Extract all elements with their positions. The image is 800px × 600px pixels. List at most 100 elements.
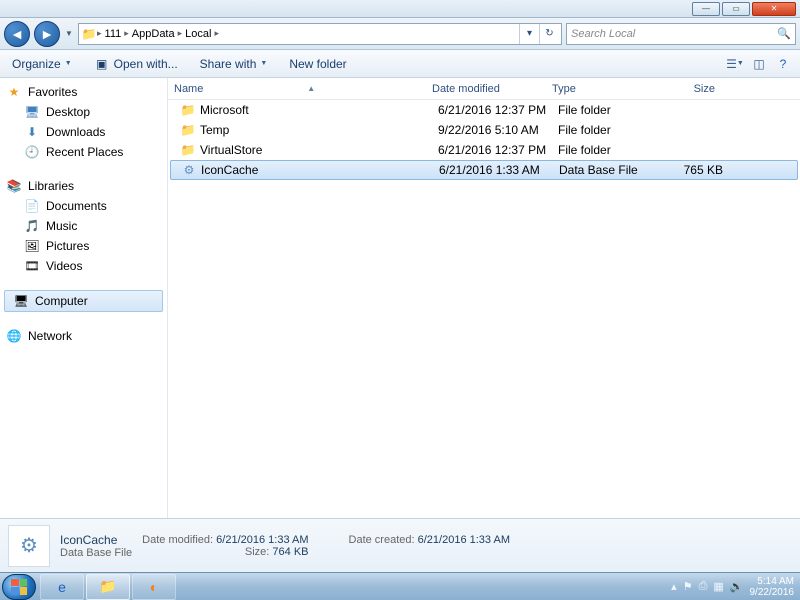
- file-date: 6/21/2016 12:37 PM: [432, 143, 552, 157]
- title-bar: — ▭ ✕: [0, 0, 800, 18]
- downloads-icon: ⬇: [24, 124, 40, 140]
- file-date: 6/21/2016 1:33 AM: [433, 163, 553, 177]
- desktop-icon: 🖥: [24, 104, 40, 120]
- windows-logo-icon: [11, 579, 27, 595]
- file-size: 765 KB: [649, 163, 729, 177]
- file-name: VirtualStore: [200, 143, 262, 157]
- ie-icon: e: [58, 579, 66, 595]
- new-folder-button[interactable]: New folder: [285, 55, 350, 73]
- address-bar[interactable]: 📁 ▸ 111 ▸ AppData ▸ Local ▸ ▾ ↻: [78, 23, 562, 45]
- back-button[interactable]: ◄: [4, 21, 30, 47]
- view-options-button[interactable]: ☰ ▼: [726, 55, 744, 73]
- documents-icon: 📄: [24, 198, 40, 214]
- search-input[interactable]: Search Local 🔍: [566, 23, 796, 45]
- tray-flag-icon[interactable]: ⚑: [683, 580, 693, 593]
- explorer-icon: 📁: [99, 578, 116, 595]
- star-icon: ★: [6, 84, 22, 100]
- maximize-button[interactable]: ▭: [722, 2, 750, 16]
- minimize-button[interactable]: —: [692, 2, 720, 16]
- taskbar-media[interactable]: ◐: [132, 574, 176, 600]
- nav-bar: ◄ ► ▼ 📁 ▸ 111 ▸ AppData ▸ Local ▸ ▾ ↻ Se…: [0, 18, 800, 50]
- details-created: 6/21/2016 1:33 AM: [418, 534, 510, 546]
- clock-time: 5:14 AM: [750, 576, 795, 587]
- sidebar-item-pictures[interactable]: 🖼Pictures: [0, 236, 167, 256]
- file-type: File folder: [552, 143, 648, 157]
- sidebar: ★Favorites 🖥Desktop ⬇Downloads 🕘Recent P…: [0, 78, 168, 518]
- sort-asc-icon: ▲: [307, 84, 315, 93]
- sidebar-item-downloads[interactable]: ⬇Downloads: [0, 122, 167, 142]
- libraries-header[interactable]: 📚Libraries: [0, 176, 167, 196]
- search-placeholder: Search Local: [571, 28, 635, 40]
- details-size-label: Size:: [245, 546, 269, 558]
- taskbar: e 📁 ◐ ▴ ⚑ ⎙ ▦ 🔊 5:14 AM 9/22/2016: [0, 572, 800, 600]
- details-type: Data Base File: [60, 547, 132, 559]
- sidebar-item-recent[interactable]: 🕘Recent Places: [0, 142, 167, 162]
- pictures-icon: 🖼: [24, 238, 40, 254]
- file-type: Data Base File: [553, 163, 649, 177]
- history-dropdown[interactable]: ▼: [64, 21, 74, 47]
- music-icon: 🎵: [24, 218, 40, 234]
- sidebar-item-music[interactable]: 🎵Music: [0, 216, 167, 236]
- help-button[interactable]: ?: [774, 55, 792, 73]
- file-type: File folder: [552, 123, 648, 137]
- sidebar-item-desktop[interactable]: 🖥Desktop: [0, 102, 167, 122]
- file-row[interactable]: 📁Temp9/22/2016 5:10 AMFile folder: [168, 120, 800, 140]
- open-with-button[interactable]: ▣Open with...: [90, 54, 182, 74]
- details-size: 764 KB: [272, 546, 308, 558]
- network-icon: 🌐: [6, 328, 22, 344]
- details-modified: 6/21/2016 1:33 AM: [216, 534, 308, 546]
- clock[interactable]: 5:14 AM 9/22/2016: [750, 576, 795, 598]
- folder-icon: 📁: [180, 102, 196, 118]
- file-date: 9/22/2016 5:10 AM: [432, 123, 552, 137]
- col-type-header[interactable]: Type: [546, 78, 642, 99]
- file-row[interactable]: 📁 Microsoft 6/21/2016 12:37 PMFile folder: [168, 100, 800, 120]
- taskbar-explorer[interactable]: 📁: [86, 574, 130, 600]
- sidebar-item-documents[interactable]: 📄Documents: [0, 196, 167, 216]
- col-size-header[interactable]: Size: [642, 78, 722, 99]
- libraries-icon: 📚: [6, 178, 22, 194]
- details-name: IconCache: [60, 533, 132, 547]
- forward-button[interactable]: ►: [34, 21, 60, 47]
- tray-network-icon[interactable]: ▦: [713, 580, 723, 593]
- breadcrumb-seg[interactable]: Local: [182, 28, 214, 40]
- details-modified-label: Date modified:: [142, 534, 213, 546]
- preview-pane-button[interactable]: ◫: [750, 55, 768, 73]
- details-pane: ⚙ IconCache Data Base File Date modified…: [0, 518, 800, 572]
- tray-device-icon[interactable]: ⎙: [699, 580, 708, 593]
- file-type: File folder: [552, 103, 648, 117]
- media-icon: ◐: [150, 579, 158, 595]
- recent-icon: 🕘: [24, 144, 40, 160]
- videos-icon: 🎞: [24, 258, 40, 274]
- details-file-icon: ⚙: [8, 525, 50, 567]
- tray-volume-icon[interactable]: 🔊: [730, 580, 744, 593]
- sidebar-item-network[interactable]: 🌐Network: [0, 326, 167, 346]
- folder-icon: 📁: [81, 26, 97, 42]
- refresh-button[interactable]: ↻: [539, 24, 559, 44]
- col-name-header[interactable]: Name▲: [168, 78, 426, 99]
- address-dropdown[interactable]: ▾: [519, 24, 539, 44]
- file-name: Microsoft: [200, 103, 249, 117]
- search-icon: 🔍: [777, 27, 791, 40]
- file-row[interactable]: ⚙IconCache6/21/2016 1:33 AMData Base Fil…: [170, 160, 798, 180]
- col-date-header[interactable]: Date modified: [426, 78, 546, 99]
- file-row[interactable]: 📁 VirtualStore 6/21/2016 12:37 PMFile fold…: [168, 140, 800, 160]
- sidebar-item-videos[interactable]: 🎞Videos: [0, 256, 167, 276]
- folder-icon: 📁: [180, 142, 196, 158]
- clock-date: 9/22/2016: [750, 587, 795, 598]
- sidebar-item-computer[interactable]: 🖥Computer: [4, 290, 163, 312]
- share-with-button[interactable]: Share with ▼: [196, 55, 272, 73]
- computer-icon: 🖥: [13, 293, 29, 309]
- start-button[interactable]: [2, 574, 36, 600]
- breadcrumb-seg[interactable]: 111: [102, 28, 125, 40]
- favorites-header[interactable]: ★Favorites: [0, 82, 167, 102]
- file-date: 6/21/2016 12:37 PM: [432, 103, 552, 117]
- column-header: Name▲ Date modified Type Size: [168, 78, 800, 100]
- breadcrumb-seg[interactable]: AppData: [129, 28, 178, 40]
- file-list: Name▲ Date modified Type Size 📁 Microsoft…: [168, 78, 800, 518]
- tray-up-icon[interactable]: ▴: [671, 580, 677, 593]
- file-name: Temp: [200, 123, 229, 137]
- organize-button[interactable]: Organize ▼: [8, 55, 76, 73]
- taskbar-ie[interactable]: e: [40, 574, 84, 600]
- open-icon: ▣: [94, 56, 110, 72]
- close-button[interactable]: ✕: [752, 2, 796, 16]
